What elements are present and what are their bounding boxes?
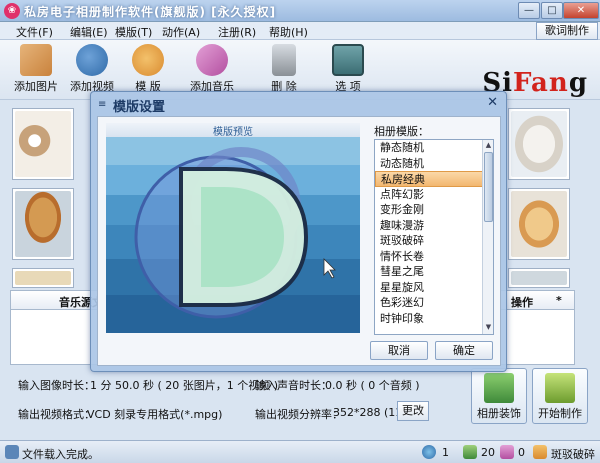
photo-thumbnail[interactable] — [508, 268, 570, 288]
dialog-close-button[interactable]: ✕ — [487, 95, 498, 110]
output-format-label: 输出视频格式： — [18, 408, 95, 421]
template-item[interactable]: 色彩迷幻 — [375, 295, 493, 311]
template-item[interactable]: 静态随机 — [375, 140, 493, 156]
delete-button[interactable]: 删 除 — [254, 44, 314, 96]
template-item[interactable]: 星星旋风 — [375, 280, 493, 296]
template-settings-dialog: ≡ 模版设置 ✕ 模版预览 相册模版： 静态随机 动态随机 私房经典 点阵幻影 — [90, 91, 507, 372]
image-count-icon — [463, 445, 477, 459]
trash-icon — [272, 44, 296, 76]
template-item[interactable]: 变形金刚 — [375, 202, 493, 218]
music-star-header: * — [556, 294, 562, 307]
template-preview — [106, 137, 360, 333]
audio-count-icon — [500, 445, 514, 459]
photo-thumbnail[interactable] — [508, 108, 570, 180]
ok-button[interactable]: 确定 — [435, 341, 493, 360]
template-button[interactable]: 模 版 — [118, 44, 178, 96]
logo-suffix: g — [568, 68, 588, 98]
start-make-icon — [545, 373, 575, 403]
template-list-scrollbar[interactable]: ▲ ▼ — [482, 140, 493, 334]
menu-bar: 文件(F) 编辑(E) 模版(T) 动作(A) 注册(R) 帮助(H) — [0, 22, 600, 40]
app-icon: ❀ — [4, 3, 20, 19]
output-format-value: VCD 刻录专用格式(*.mpg) — [87, 408, 223, 421]
template-item[interactable]: 时钟印象 — [375, 311, 493, 327]
image-duration-label: 输入图像时长： — [18, 379, 95, 392]
scroll-thumb[interactable] — [484, 152, 493, 222]
logo-accent: Fan — [513, 68, 569, 98]
maximize-button[interactable]: □ — [541, 2, 563, 19]
add-video-button[interactable]: 添加视频 — [62, 44, 122, 96]
change-button[interactable]: 更改 — [397, 401, 429, 421]
dialog-title: 模版设置 — [113, 100, 166, 115]
title-bar: ❀ 私房电子相册制作软件(旗舰版) [永久授权] — □ ✕ — [0, 0, 600, 22]
scroll-down-icon[interactable]: ▼ — [484, 323, 493, 333]
template-item[interactable]: 彗星之尾 — [375, 264, 493, 280]
cancel-button[interactable]: 取消 — [370, 341, 428, 360]
template-item[interactable]: 动态随机 — [375, 156, 493, 172]
menu-action[interactable]: 动作(A) — [162, 24, 200, 40]
photo-thumbnail[interactable] — [508, 188, 570, 260]
status-bar: 文件载入完成。 1 20 0 斑驳破碎 — [0, 440, 600, 463]
add-image-label: 添加图片 — [14, 80, 58, 93]
minimize-button[interactable]: — — [518, 2, 540, 19]
scroll-up-icon[interactable]: ▲ — [484, 141, 493, 151]
audio-duration-value: 0.0 秒 ( 0 个音频 ) — [325, 379, 420, 392]
template-item[interactable]: 点阵幻影 — [375, 187, 493, 203]
add-music-icon — [196, 44, 228, 76]
template-list-label: 相册模版： — [374, 125, 429, 138]
audio-duration-label: 输入声音时长： — [255, 379, 332, 392]
dialog-body: 模版预览 相册模版： 静态随机 动态随机 私房经典 点阵幻影 变形金刚 趣味漫游 — [97, 116, 501, 366]
photo-thumbnail[interactable] — [12, 188, 74, 260]
close-button[interactable]: ✕ — [563, 2, 599, 19]
template-status-icon — [533, 445, 547, 459]
image-duration-value: 1 分 50.0 秒 ( 20 张图片，1 个视频 ) — [90, 379, 279, 392]
photo-thumbnail[interactable] — [12, 108, 74, 180]
photo-thumbnail[interactable] — [12, 268, 74, 288]
dialog-menu-icon: ≡ — [98, 99, 107, 110]
template-item[interactable]: 情怀长卷 — [375, 249, 493, 265]
options-icon — [332, 44, 364, 76]
add-image-icon — [20, 44, 52, 76]
status-info-icon — [5, 445, 19, 459]
current-template-name: 斑驳破碎 — [551, 448, 595, 461]
image-count: 20 — [481, 446, 495, 459]
template-list[interactable]: 静态随机 动态随机 私房经典 点阵幻影 变形金刚 趣味漫游 斑驳破碎 情怀长卷 … — [374, 139, 494, 335]
album-decor-button[interactable]: 相册装饰 — [471, 368, 527, 424]
add-video-icon — [76, 44, 108, 76]
video-count: 1 — [442, 446, 449, 459]
template-preview-graphic — [134, 147, 336, 319]
preview-title: 模版预览 — [106, 123, 360, 138]
add-music-button[interactable]: 添加音乐 — [182, 44, 242, 96]
start-make-label: 开始制作 — [538, 407, 582, 420]
lyric-button[interactable]: 歌词制作 — [536, 22, 598, 40]
window-title: 私房电子相册制作软件(旗舰版) [永久授权] — [24, 5, 277, 19]
options-button[interactable]: 选 项 — [318, 44, 378, 96]
status-message: 文件载入完成。 — [22, 448, 99, 461]
video-count-icon — [422, 445, 436, 459]
menu-file[interactable]: 文件(F) — [16, 24, 53, 40]
add-image-button[interactable]: 添加图片 — [6, 44, 66, 96]
menu-help[interactable]: 帮助(H) — [269, 24, 308, 40]
audio-count: 0 — [518, 446, 525, 459]
output-resolution-label: 输出视频分辨率： — [255, 408, 343, 421]
menu-template[interactable]: 模版(T) — [115, 24, 152, 40]
music-action-header: 操作 — [511, 296, 533, 309]
mouse-cursor-icon — [323, 258, 336, 279]
album-decor-icon — [484, 373, 514, 403]
palette-icon — [132, 44, 164, 76]
template-item-selected[interactable]: 私房经典 — [375, 171, 493, 187]
menu-edit[interactable]: 编辑(E) — [70, 24, 108, 40]
start-make-button[interactable]: 开始制作 — [532, 368, 588, 424]
template-item[interactable]: 趣味漫游 — [375, 218, 493, 234]
template-item[interactable]: 斑驳破碎 — [375, 233, 493, 249]
menu-register[interactable]: 注册(R) — [218, 24, 256, 40]
album-decor-label: 相册装饰 — [477, 407, 521, 420]
